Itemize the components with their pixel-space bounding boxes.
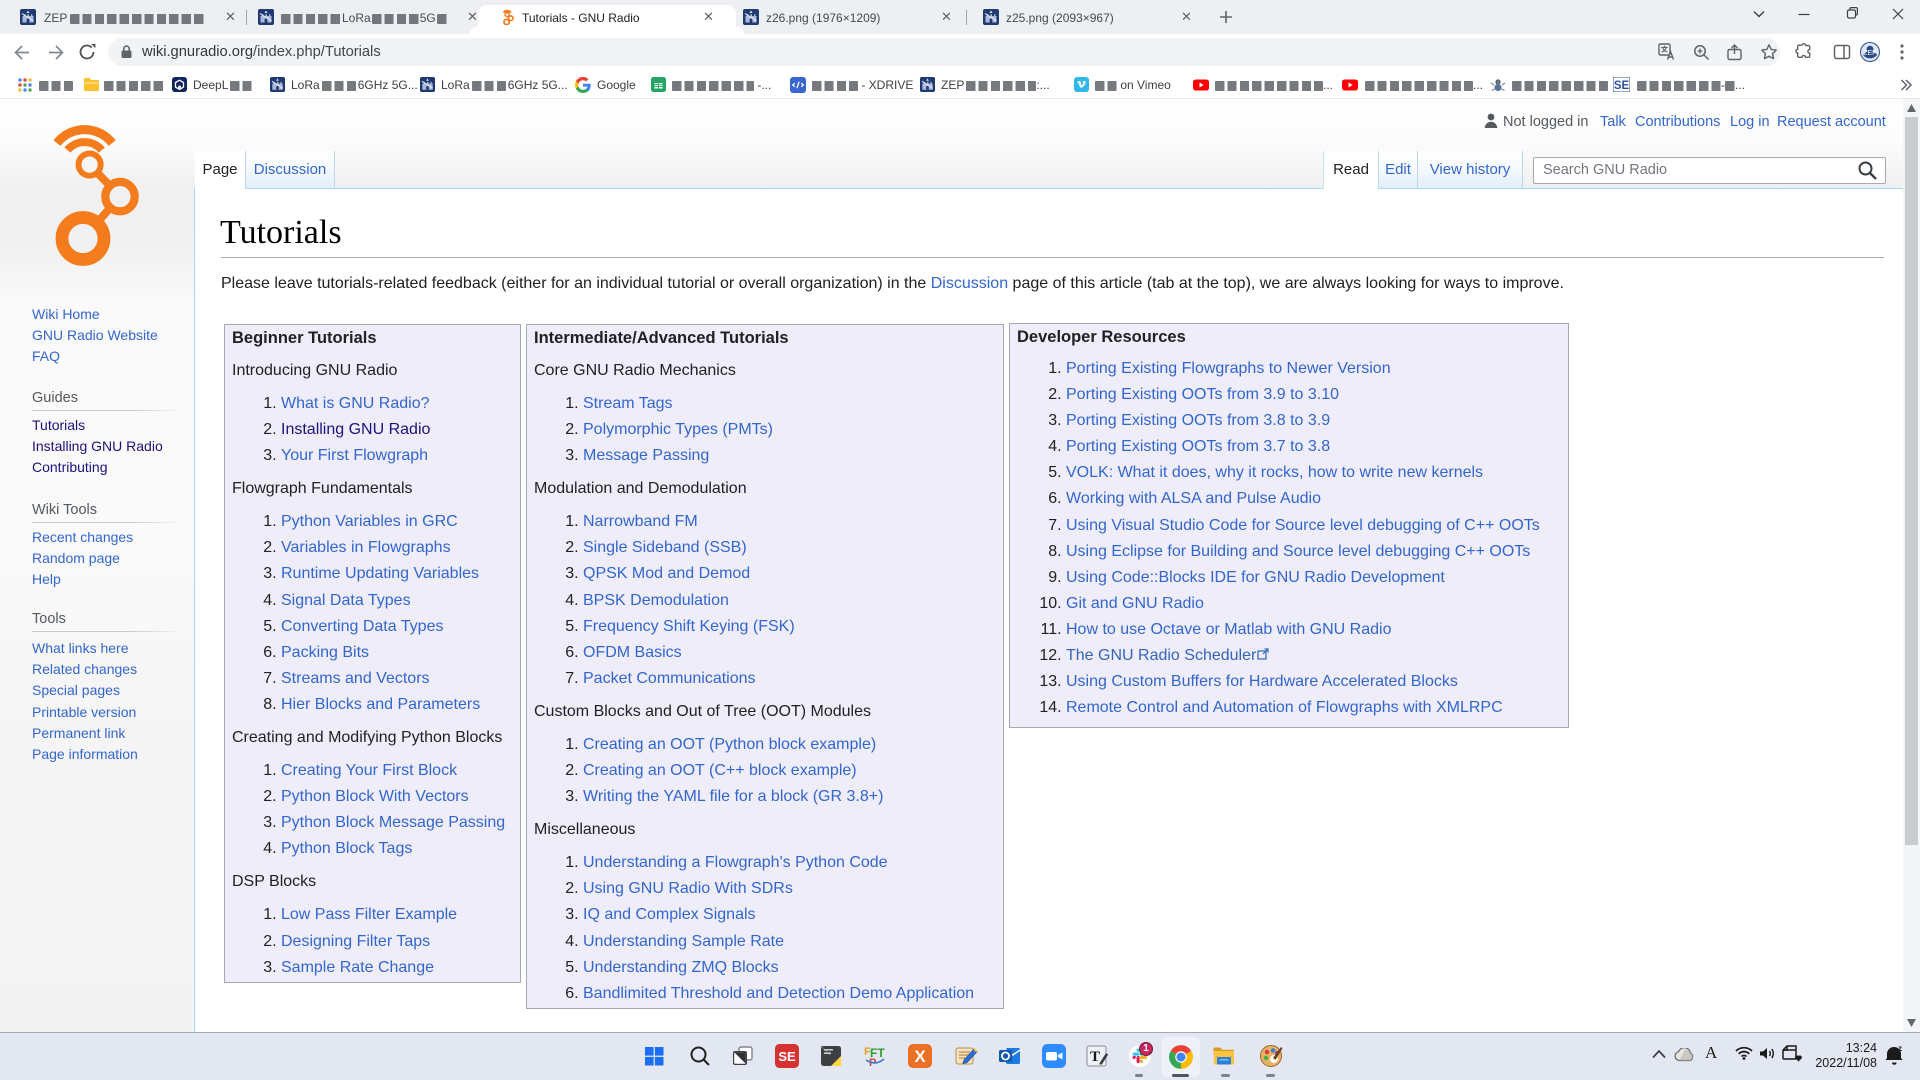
svg-text:SE: SE: [778, 1049, 796, 1064]
svg-text:SE: SE: [1614, 80, 1630, 92]
svg-text:ZEP: ZEP: [1863, 50, 1877, 57]
svg-text:T: T: [1090, 1049, 1100, 1065]
svg-text:X: X: [914, 1047, 926, 1066]
svg-text:z: z: [1898, 1044, 1902, 1053]
